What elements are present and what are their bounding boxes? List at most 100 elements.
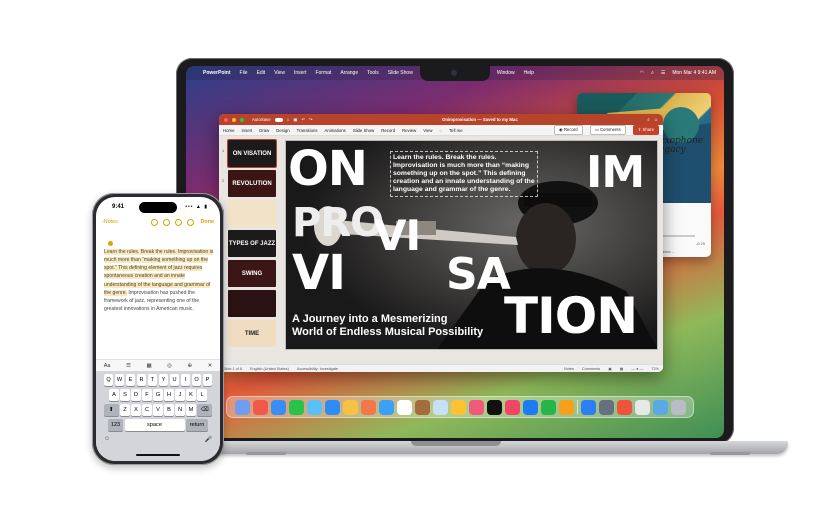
- collab-icon[interactable]: [150, 218, 158, 226]
- key-g[interactable]: G: [153, 389, 163, 401]
- redo-icon[interactable]: ↷: [309, 117, 313, 123]
- share-button[interactable]: ⇪ Share: [632, 125, 659, 135]
- space-key[interactable]: space: [124, 419, 185, 431]
- dock-app-icon[interactable]: [432, 399, 448, 415]
- menu-window[interactable]: Window: [497, 70, 515, 76]
- menu-tools[interactable]: Tools: [367, 70, 379, 76]
- tell-me-search[interactable]: Tell me: [449, 128, 463, 133]
- dock-app-icon[interactable]: [486, 399, 502, 415]
- dock-app-icon[interactable]: [396, 399, 412, 415]
- slide-thumbnail[interactable]: TIME: [228, 320, 276, 347]
- tab-slide-show[interactable]: Slide Show: [353, 128, 375, 133]
- key-t[interactable]: T: [147, 374, 158, 386]
- microphone-icon[interactable]: 🎤: [205, 436, 212, 443]
- home-indicator[interactable]: [136, 454, 180, 456]
- key-w[interactable]: W: [114, 374, 125, 386]
- document-title[interactable]: Onimprovisation — Saved to my Mac: [442, 117, 518, 122]
- key-y[interactable]: Y: [158, 374, 169, 386]
- key-f[interactable]: F: [142, 389, 152, 401]
- undo-icon[interactable]: [186, 218, 194, 226]
- notes-button[interactable]: Notes: [564, 367, 574, 371]
- table-button[interactable]: ▦: [146, 363, 151, 369]
- menu-help[interactable]: Help: [524, 70, 534, 76]
- dock-app-icon[interactable]: [342, 399, 358, 415]
- done-button[interactable]: Done: [201, 219, 214, 225]
- key-p[interactable]: P: [202, 374, 213, 386]
- key-v[interactable]: V: [153, 404, 163, 416]
- autosave-toggle[interactable]: AutoSave: [252, 117, 271, 122]
- slide-quote-textbox[interactable]: Learn the rules. Break the rules. Improv…: [390, 151, 538, 198]
- key-j[interactable]: J: [175, 389, 185, 401]
- tab-review[interactable]: Review: [402, 128, 416, 133]
- normal-view-icon[interactable]: ▣: [608, 366, 612, 371]
- close-button[interactable]: [224, 117, 228, 122]
- back-button[interactable]: Notes: [104, 219, 118, 225]
- key-l[interactable]: L: [197, 389, 207, 401]
- dock-app-icon[interactable]: [360, 399, 376, 415]
- save-icon[interactable]: ▣: [293, 117, 297, 123]
- slide-thumbnail[interactable]: REVOLUTION: [228, 170, 276, 197]
- key-o[interactable]: O: [191, 374, 202, 386]
- checklist-button[interactable]: ☰: [126, 363, 131, 369]
- camera-button[interactable]: ◎: [167, 363, 172, 369]
- slide-canvas[interactable]: ON PRO VI IM VI SA TION Learn the rules.…: [285, 140, 658, 350]
- more-icon[interactable]: [162, 218, 170, 226]
- minimize-button[interactable]: [232, 117, 236, 122]
- slide-thumbnail[interactable]: [228, 200, 276, 227]
- emoji-icon[interactable]: ☺: [104, 436, 110, 443]
- slide-thumbnail[interactable]: ON VISATION: [227, 139, 277, 168]
- language-status[interactable]: English (United States): [250, 367, 289, 371]
- menu-clock[interactable]: Mon Mar 4 9:41 AM: [672, 70, 716, 76]
- search-icon[interactable]: ⌕: [651, 70, 654, 76]
- close-keyboard-button[interactable]: ✕: [208, 363, 213, 369]
- key-s[interactable]: S: [120, 389, 130, 401]
- dock-app-icon[interactable]: [522, 399, 538, 415]
- dock-app-icon[interactable]: [558, 399, 574, 415]
- note-body[interactable]: Learn the rules. Break the rules. Improv…: [104, 248, 214, 313]
- zoom-slider[interactable]: — ● —: [631, 367, 643, 371]
- sorter-view-icon[interactable]: ▦: [620, 366, 624, 371]
- accessibility-status[interactable]: Accessibility: Investigate: [297, 367, 338, 371]
- key-b[interactable]: B: [164, 404, 174, 416]
- home-icon[interactable]: ⌂: [287, 117, 290, 122]
- key-m[interactable]: M: [186, 404, 196, 416]
- dock-app-icon[interactable]: [252, 399, 268, 415]
- delete-key[interactable]: ⌫: [197, 404, 213, 416]
- key-e[interactable]: E: [125, 374, 136, 386]
- key-q[interactable]: Q: [103, 374, 114, 386]
- share-icon[interactable]: [174, 218, 182, 226]
- dock-app-icon[interactable]: [378, 399, 394, 415]
- menu-file[interactable]: File: [240, 70, 248, 76]
- tab-insert[interactable]: Insert: [241, 128, 252, 133]
- comments-status-button[interactable]: Comments: [582, 367, 600, 371]
- return-key[interactable]: return: [186, 419, 208, 431]
- key-z[interactable]: Z: [120, 404, 130, 416]
- undo-icon[interactable]: ↶: [301, 117, 305, 123]
- dock-app-icon[interactable]: [616, 399, 632, 415]
- menu-slide-show[interactable]: Slide Show: [388, 70, 413, 76]
- tab-animations[interactable]: Animations: [325, 128, 346, 133]
- record-button[interactable]: ◉ Record: [553, 125, 583, 135]
- tab-home[interactable]: Home: [223, 128, 234, 133]
- dock-app-icon[interactable]: [652, 399, 668, 415]
- key-a[interactable]: A: [109, 389, 119, 401]
- comments-button[interactable]: ▭ Comments: [589, 125, 626, 135]
- dock-app-icon[interactable]: [634, 399, 650, 415]
- tab-draw[interactable]: Draw: [259, 128, 269, 133]
- dock-app-icon[interactable]: [504, 399, 520, 415]
- slide-subtitle[interactable]: A Journey into a Mesmerizing World of En…: [292, 313, 483, 338]
- dock-app-icon[interactable]: [234, 399, 250, 415]
- dock-app-icon[interactable]: [450, 399, 466, 415]
- wifi-icon[interactable]: ◠: [640, 70, 644, 76]
- dock-app-icon[interactable]: [598, 399, 614, 415]
- note-selected-text[interactable]: Learn the rules. Break the rules. Improv…: [104, 249, 214, 296]
- menu-format[interactable]: Format: [315, 70, 331, 76]
- tab-transitions[interactable]: Transitions: [297, 128, 318, 133]
- format-text-button[interactable]: Aa: [104, 363, 111, 369]
- dock-app-icon[interactable]: [306, 399, 322, 415]
- toggle-icon[interactable]: [274, 117, 283, 122]
- dock-app-icon[interactable]: [670, 399, 686, 415]
- key-d[interactable]: D: [131, 389, 141, 401]
- key-h[interactable]: H: [164, 389, 174, 401]
- dock-app-icon[interactable]: [324, 399, 340, 415]
